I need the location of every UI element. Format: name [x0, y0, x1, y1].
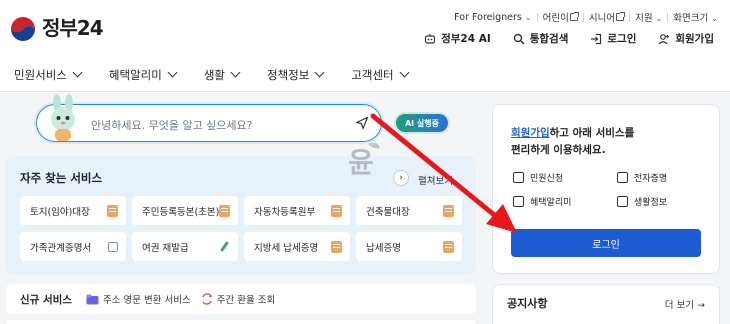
- util-link-screen-size[interactable]: 화면크기 ⌄: [673, 10, 718, 24]
- document-icon: [443, 240, 454, 253]
- chevron-down-icon: ⌄: [711, 14, 718, 23]
- send-icon[interactable]: [355, 116, 369, 130]
- notice-card: 공지사항 더 보기 →: [492, 284, 720, 324]
- service-tax-certificate[interactable]: 납세증명: [356, 232, 462, 261]
- login-link[interactable]: 로그인: [590, 31, 636, 46]
- ai-search-box[interactable]: 안녕하세요. 무엇을 알고 싶으세요?: [36, 94, 382, 142]
- chevron-down-icon: [314, 67, 325, 78]
- nav-item-support[interactable]: 고객센터: [351, 67, 410, 83]
- divider: [536, 12, 538, 22]
- util-link-kids[interactable]: 어린이: [543, 10, 579, 24]
- government-logo-icon[interactable]: [8, 14, 38, 44]
- pen-icon: [219, 241, 230, 253]
- brand-title[interactable]: 정부24: [42, 12, 104, 41]
- document-icon: [331, 240, 342, 253]
- benefit-civil-application[interactable]: 민원신청: [513, 171, 617, 184]
- utility-links: For Foreigners ⌄ 어린이 시니어 지원 ⌄ 화면크기 ⌄: [454, 10, 718, 25]
- notice-title: 공지사항: [507, 297, 548, 310]
- search-icon: [513, 33, 525, 44]
- service-resident-register[interactable]: 주민등록등본(초본): [132, 196, 238, 225]
- signup-inline-link[interactable]: 회원가입: [511, 127, 550, 139]
- search-link[interactable]: 통합검색: [513, 31, 568, 46]
- search-placeholder[interactable]: 안녕하세요. 무엇을 알고 싶으세요?: [91, 117, 253, 133]
- external-link-icon: [616, 12, 626, 21]
- external-link-icon: [108, 241, 118, 252]
- main-nav: 민원서비스 혜택알리미 생활 정책정보 고객센터: [0, 58, 730, 92]
- login-button[interactable]: 로그인: [511, 229, 701, 257]
- nav-item-benefits[interactable]: 혜택알리미: [109, 67, 178, 83]
- signup-link[interactable]: 회원가입: [658, 31, 714, 46]
- benefit-alerts[interactable]: 혜택알리미: [513, 195, 617, 208]
- service-building-register[interactable]: 건축물대장: [356, 196, 462, 225]
- service-land-register[interactable]: 토지(임야)대장: [20, 196, 126, 225]
- divider: [629, 12, 631, 22]
- login-card-message: 회원가입하고 아래 서비스를 편리하게 이용하세요.: [511, 127, 635, 156]
- watermark-logo: 윤: [348, 142, 380, 179]
- svg-text:윤: 윤: [348, 146, 374, 179]
- gift-icon: [513, 196, 524, 207]
- chevron-right-icon: ›: [399, 173, 403, 183]
- exchange-icon: [202, 293, 213, 305]
- chevron-down-icon: [230, 67, 241, 78]
- new-service-address-english[interactable]: 주소 영문 변환 서비스: [86, 292, 191, 306]
- service-local-tax-certificate[interactable]: 지방세 납세증명: [244, 232, 350, 261]
- benefit-life-info[interactable]: 생활정보: [617, 195, 707, 208]
- user-plus-icon: [658, 33, 670, 44]
- service-grid: 토지(임야)대장 주민등록등본(초본) 자동차등록원부 건축물대장 가족관계증명…: [20, 196, 462, 261]
- util-link-senior[interactable]: 시니어: [589, 10, 626, 24]
- login-benefits-grid: 민원신청 전자증명 혜택알리미 생활정보: [513, 171, 707, 208]
- chevron-down-icon: [399, 67, 410, 78]
- divider: [667, 12, 669, 22]
- mascot-icon: [51, 94, 75, 141]
- certificate-icon: [617, 172, 628, 183]
- login-icon: [591, 33, 602, 44]
- new-services-title: 신규 서비스: [20, 293, 72, 306]
- document-icon: [107, 204, 118, 217]
- chevron-down-icon: [72, 67, 83, 78]
- service-family-certificate[interactable]: 가족관계증명서: [20, 232, 126, 261]
- divider: [582, 12, 584, 22]
- chevron-down-icon: ⌄: [655, 14, 663, 23]
- frequent-services-title: 자주 찾는 서비스: [20, 171, 103, 185]
- login-card: 회원가입하고 아래 서비스를 편리하게 이용하세요. 민원신청 전자증명 혜택알…: [492, 104, 720, 274]
- service-vehicle-register[interactable]: 자동차등록원부: [244, 196, 350, 225]
- carousel-next-button[interactable]: ›: [393, 170, 409, 186]
- quick-actions: 정부24 AI 통합검색 로그인 회원가입: [424, 31, 714, 46]
- ai-link[interactable]: 정부24 AI: [424, 31, 491, 46]
- nav-item-civil-services[interactable]: 민원서비스: [14, 67, 83, 83]
- document-icon: [443, 204, 454, 217]
- next-section-peek: [6, 320, 476, 324]
- chevron-down-icon: [167, 67, 178, 78]
- util-link-foreigners[interactable]: For Foreigners ⌄: [454, 12, 531, 23]
- expand-link[interactable]: 펼쳐보기: [418, 173, 453, 187]
- chevron-down-icon: ⌄: [524, 12, 532, 22]
- new-services-bar: 신규 서비스 주소 영문 변환 서비스 주간 환율 조회: [6, 284, 476, 314]
- service-passport-reissue[interactable]: 여권 재발급: [132, 232, 238, 261]
- info-card-icon: [617, 196, 628, 207]
- external-link-icon: [569, 12, 579, 21]
- header: 정부24 For Foreigners ⌄ 어린이 시니어 지원 ⌄ 화면크기 …: [0, 0, 730, 58]
- inbox-icon: [513, 172, 524, 183]
- ai-robot-icon: [425, 33, 436, 44]
- nav-item-life[interactable]: 생활: [204, 67, 241, 83]
- frequent-services-panel: 자주 찾는 서비스 › 펼쳐보기 토지(임야)대장 주민등록등본(초본) 자동차…: [6, 156, 476, 274]
- notice-more-link[interactable]: 더 보기 →: [665, 297, 705, 311]
- benefit-e-certificate[interactable]: 전자증명: [617, 171, 707, 184]
- new-service-exchange-rate[interactable]: 주간 환율 조회: [201, 292, 275, 306]
- document-icon: [331, 204, 342, 217]
- folder-icon: [86, 294, 99, 304]
- nav-item-policy[interactable]: 정책정보: [267, 67, 325, 83]
- ai-running-badge[interactable]: AI 실행중: [394, 112, 450, 134]
- util-link-support[interactable]: 지원 ⌄: [635, 10, 662, 24]
- document-icon: [219, 204, 231, 217]
